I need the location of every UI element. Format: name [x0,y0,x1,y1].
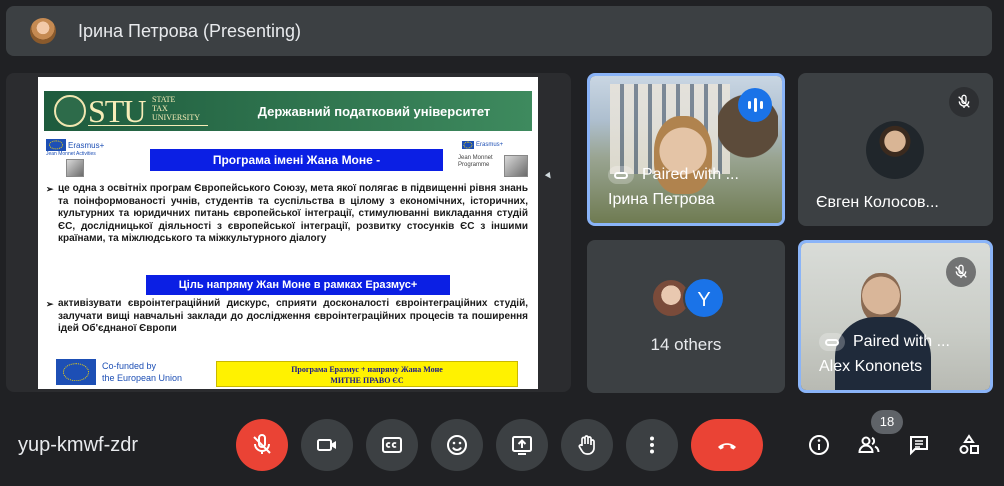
bullet-arrow-icon: ➢ [46,184,54,194]
mic-off-icon [946,257,976,287]
speaking-indicator-icon [738,88,772,122]
jean-monnet-label-right: Jean Monnet Programme [458,155,493,168]
participant-face [861,273,901,323]
footer-program-box: Програма Еразмус + напряму Жана Моне МИТ… [216,361,518,387]
others-count-label: 14 others [650,335,722,354]
more-vert-icon [650,436,654,454]
people-icon [858,436,880,453]
participant-avatar-letter: Y [683,277,725,319]
camera-toggle-button[interactable] [301,419,353,471]
cofunded-line2: the European Union [102,373,183,383]
presentation-slide: STU STATE TAX UNIVERSITY Державний подат… [38,77,538,389]
university-logo-name: STATE TAX UNIVERSITY [152,95,200,122]
mouse-cursor-icon [544,171,554,181]
jean-monnet-portrait-right [504,155,528,177]
emoji-icon [447,435,467,455]
university-seal-icon [54,95,86,127]
participant-name: Євген Колосов... [816,194,939,211]
link-icon [608,166,634,184]
university-logo-abbr: STU [88,93,146,129]
leave-call-button[interactable] [691,419,763,471]
hand-icon [578,435,595,455]
present-screen-button[interactable] [496,419,548,471]
cofunded-label: Co-funded by the European Union [102,360,182,384]
participant-tile-irina[interactable]: Paired with ... Ірина Петрова [587,73,785,226]
goal-heading: Ціль напряму Жан Моне в рамках Еразмус+ [146,275,450,295]
activities-button[interactable] [955,431,983,459]
presentation-area[interactable]: STU STATE TAX UNIVERSITY Державний подат… [6,73,571,392]
goal-description: активізувати євроінтеграційний дискурс, … [58,298,528,335]
slide-title: Державний податковий університет [257,104,491,119]
meeting-details-button[interactable] [805,431,833,459]
others-tile[interactable]: Y 14 others [587,240,785,393]
participant-body [835,317,931,390]
participant-name: Ірина Петрова [608,191,715,208]
footer-line1: Програма Еразмус + напряму Жана Моне [291,365,443,374]
camera-icon [317,439,336,451]
paired-label: Paired with ... [853,333,950,350]
participant-tile-evgen[interactable]: Євген Колосов... [798,73,993,226]
chat-icon [910,436,928,456]
footer-line2: МИТНЕ ПРАВО ЄС [330,376,404,385]
eu-flag-icon [56,359,96,385]
presenter-title: Ірина Петрова (Presenting) [78,20,302,41]
slide-header: STU STATE TAX UNIVERSITY Державний подат… [44,91,532,131]
activities-shapes-icon [959,434,979,454]
jean-monnet-label-left: Jean Monnet Activities [46,151,96,157]
program-heading: Програма імені Жана Моне - [150,149,443,171]
mic-off-icon [253,434,271,454]
program-description: це одна з освітніх програм Європейського… [58,183,528,245]
paired-label: Paired with ... [642,166,739,183]
erasmus-logo-right: Erasmus+ [476,142,504,148]
present-screen-icon [512,436,532,455]
eu-flag-icon [462,141,474,149]
people-button[interactable] [855,431,883,459]
meeting-code: yup-kmwf-zdr [18,434,139,456]
captions-icon [382,437,402,453]
erasmus-logo-left: Erasmus+ [68,141,105,150]
hang-up-icon [718,443,736,450]
presenter-banner: Ірина Петрова (Presenting) [6,6,992,56]
captions-button[interactable] [366,419,418,471]
paired-status: Paired with ... [608,166,739,184]
eu-flag-icon [46,139,66,151]
presenter-avatar [30,18,56,44]
bottom-control-bar: yup-kmwf-zdr 18 [0,400,1004,486]
raise-hand-button[interactable] [561,419,613,471]
bullet-arrow-icon: ➢ [46,299,54,309]
chat-button[interactable] [905,431,933,459]
info-icon [809,435,829,455]
link-icon [819,333,845,351]
participant-name: Alex Kononets [819,358,923,375]
cofunded-line1: Co-funded by [102,361,157,371]
jean-monnet-portrait-left [66,159,84,177]
more-options-button[interactable] [626,419,678,471]
participant-tile-alex[interactable]: Paired with ... Alex Kononets [798,240,993,393]
logo-underline [88,125,208,126]
participant-avatar [866,121,924,179]
mic-off-icon [949,87,979,117]
paired-status: Paired with ... [819,333,950,351]
mic-toggle-button[interactable] [236,419,288,471]
reactions-button[interactable] [431,419,483,471]
